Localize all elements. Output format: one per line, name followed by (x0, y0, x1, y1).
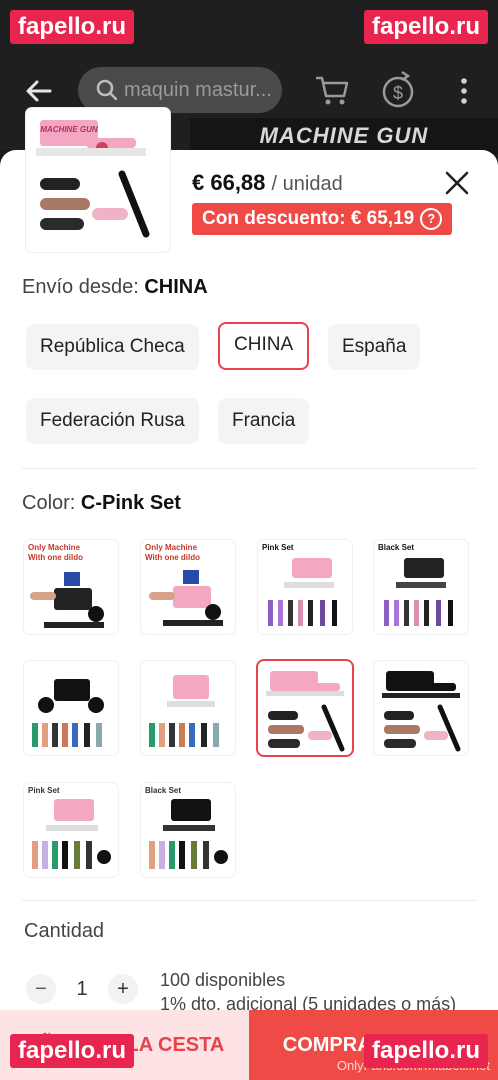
swatch-image (149, 675, 219, 747)
ship-option-china[interactable]: CHINA (218, 322, 310, 370)
search-icon (96, 79, 118, 101)
swatch-image (32, 799, 111, 869)
ship-option-spain[interactable]: España (328, 324, 421, 370)
color-swatch-only-machine-black[interactable]: Only Machine With one dildo (24, 540, 118, 634)
color-swatch-c-pink-set[interactable] (258, 661, 352, 755)
discount-label: Con descuento: € 65,19 (202, 208, 415, 229)
price-value: € 66,88 (192, 170, 266, 195)
watermark-bottom-right: fapello.ru (363, 1034, 488, 1068)
divider (22, 468, 476, 469)
swatch-image (268, 558, 337, 626)
swatch-image (384, 558, 453, 626)
shipping-selected: CHINA (144, 276, 208, 298)
color-swatch-black-set-2[interactable]: Black Set (141, 783, 235, 877)
ship-option-czech[interactable]: República Checa (26, 324, 199, 370)
color-swatch-black-kit[interactable] (24, 661, 118, 755)
shipping-label: Envío desde: CHINA (22, 276, 208, 299)
swatch-image (382, 671, 461, 752)
product-banner: MACHINE GUN (190, 118, 498, 154)
swatch-image (149, 799, 228, 869)
color-swatch-c-black-set[interactable] (374, 661, 468, 755)
product-thumbnail[interactable]: MACHINE GUN (26, 108, 170, 252)
shipping-label-text: Envío desde: (22, 276, 139, 298)
price-unit: / unidad (271, 173, 343, 195)
decrease-quantity-button[interactable]: − (26, 974, 56, 1004)
color-label: Color: C-Pink Set (22, 492, 181, 515)
color-swatch-black-set[interactable]: Black Set (374, 540, 468, 634)
quantity-label: Cantidad (24, 920, 105, 942)
swatch-image (266, 671, 345, 752)
product-image: MACHINE GUN (36, 120, 150, 238)
svg-text:$: $ (393, 83, 403, 103)
watermark-top-left: fapello.ru (10, 10, 135, 44)
cart-icon[interactable] (314, 72, 350, 108)
color-swatch-pink-set-2[interactable]: Pink Set (24, 783, 118, 877)
more-options-icon[interactable] (456, 76, 472, 106)
quantity-value[interactable]: 1 (72, 978, 92, 1001)
color-label-text: Color: (22, 492, 76, 514)
color-selected: C-Pink Set (80, 492, 181, 514)
color-swatch-only-machine-pink[interactable]: Only Machine With one dildo (141, 540, 235, 634)
search-query: maquin mastur... (124, 78, 272, 101)
close-icon[interactable] (444, 170, 470, 196)
search-input[interactable]: maquin mastur... (78, 67, 282, 113)
stock-available: 100 disponibles (160, 970, 286, 990)
swatch-tag: Pink Set (262, 543, 294, 552)
divider (22, 900, 476, 901)
swatch-tag: Only Machine With one dildo (28, 543, 84, 562)
product-price: € 66,88 / unidad (192, 170, 343, 196)
color-swatch-pink-set[interactable]: Pink Set (258, 540, 352, 634)
swatch-image (32, 679, 104, 747)
swatch-tag: Pink Set (28, 786, 60, 795)
swatch-tag: Black Set (145, 786, 182, 795)
back-arrow-icon[interactable] (24, 76, 54, 106)
svg-text:MACHINE GUN: MACHINE GUN (40, 125, 98, 134)
discount-badge: Con descuento: € 65,19? (192, 203, 453, 235)
increase-quantity-button[interactable]: + (108, 974, 138, 1004)
color-swatch-pink-kit[interactable] (141, 661, 235, 755)
watermark-bottom-left: fapello.ru (10, 1034, 135, 1068)
swatch-tag: Black Set (378, 543, 415, 552)
swatch-tag: Only Machine With one dildo (145, 543, 201, 562)
watermark-top-right: fapello.ru (363, 10, 488, 44)
ship-option-france[interactable]: Francia (218, 398, 310, 444)
help-icon[interactable]: ? (420, 207, 443, 230)
ship-option-russia[interactable]: Federación Rusa (26, 398, 199, 444)
currency-icon[interactable]: $ (380, 70, 416, 110)
